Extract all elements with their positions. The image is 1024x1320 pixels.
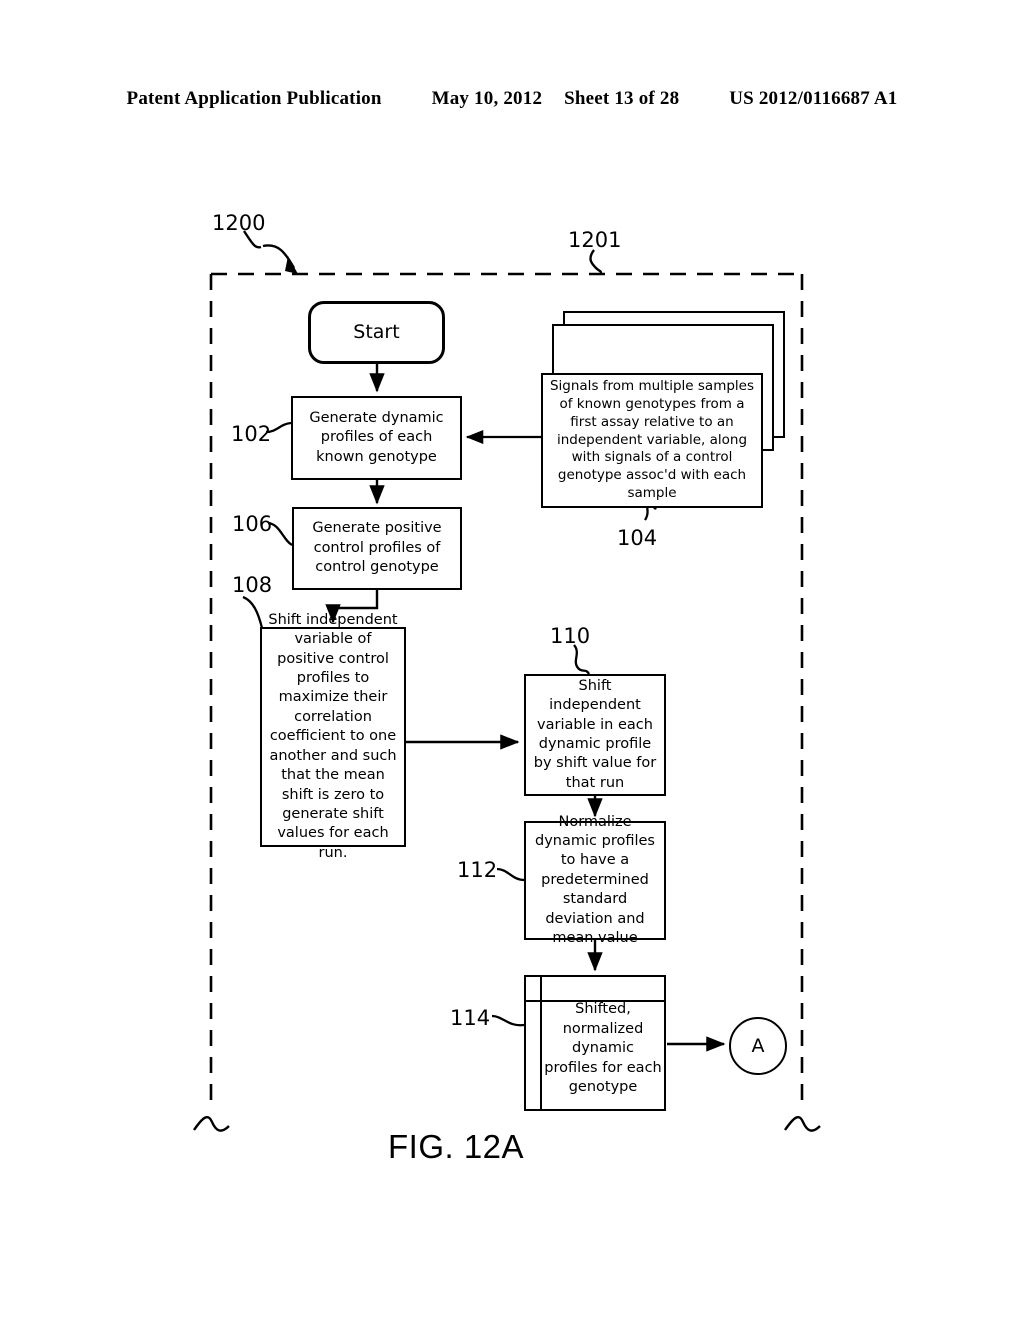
ref-numeral-108: 108 [232,573,273,597]
connector-a[interactable]: A [729,1017,787,1075]
node-110-label: Shift independent variable in each dynam… [533,677,657,791]
node-114-top-rule [524,1000,666,1002]
ref-numeral-1201: 1201 [568,228,622,252]
ref-numeral-114: 114 [450,1006,491,1030]
ref-numeral-1200: 1200 [212,211,266,235]
break-squiggle-left [193,1115,230,1132]
node-104-label: Signals from multiple samples of known g… [549,378,755,502]
node-start-label: Start [353,320,400,343]
node-114-left-rule [540,975,542,1111]
ref-numeral-112: 112 [457,858,498,882]
ref-numeral-106: 106 [232,512,273,536]
connector-a-label: A [751,1035,765,1057]
ref-numeral-104: 104 [617,526,658,550]
figure-12a: Signals from multiple samples of known g… [0,0,1024,1320]
leader-112 [496,867,525,882]
node-106-label: Generate positive control profiles of co… [312,520,442,576]
ref-numeral-110: 110 [550,624,591,648]
ref-numeral-102: 102 [231,422,272,446]
leader-1201 [589,249,603,275]
break-squiggle-right [784,1115,821,1132]
node-112-normalize-dynamic-profiles[interactable]: Normalize dynamic profiles to have a pre… [524,814,666,946]
node-108-shift-independent-variable-control[interactable]: Shift independent variable of positive c… [260,612,406,861]
node-102-label: Generate dynamic profiles of each known … [309,409,444,465]
node-start[interactable]: Start [308,301,445,364]
node-108-label: Shift independent variable of positive c… [268,611,398,861]
node-104-input-signals[interactable]: Signals from multiple samples of known g… [541,373,763,508]
node-114-shifted-normalized-profiles[interactable]: Shifted, normalized dynamic profiles for… [524,975,666,1111]
node-114-label: Shifted, normalized dynamic profiles for… [544,1001,662,1096]
node-112-label: Normalize dynamic profiles to have a pre… [535,813,655,947]
figure-line-art [193,230,821,1132]
figure-caption: FIG. 12A [388,1128,525,1165]
node-110-shift-independent-variable-dynamic[interactable]: Shift independent variable in each dynam… [524,674,666,796]
leader-110 [573,644,591,675]
leader-108 [242,595,264,629]
node-106-generate-positive-control-profiles[interactable]: Generate positive control profiles of co… [292,507,462,590]
leader-114 [491,1014,525,1027]
node-102-generate-dynamic-profiles[interactable]: Generate dynamic profiles of each known … [291,396,462,480]
